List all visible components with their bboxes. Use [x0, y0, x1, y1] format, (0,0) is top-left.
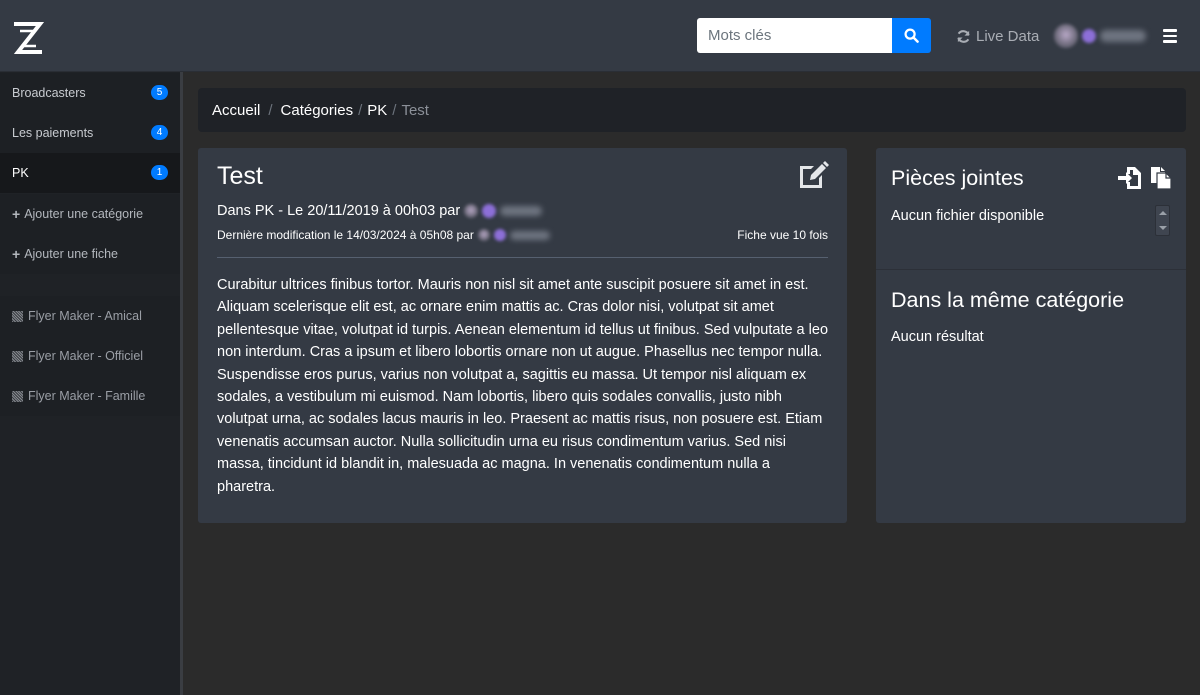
breadcrumb-separator: / — [268, 101, 273, 119]
scroll-up-icon[interactable] — [1159, 211, 1167, 215]
live-data-label: Live Data — [976, 27, 1040, 45]
breadcrumb: Accueil / Catégories / PK / Test — [198, 88, 1186, 132]
edit-icon — [800, 161, 829, 188]
live-data-button[interactable]: Live Data — [956, 26, 1039, 46]
breadcrumb-current: Test — [401, 101, 429, 119]
divider — [876, 269, 1186, 270]
attachments-card: Pièces jointes Aucun fichier disponible … — [876, 148, 1186, 523]
sidebar-item-broadcasters[interactable]: Broadcasters 5 — [0, 73, 180, 113]
copy-files-icon[interactable] — [1150, 166, 1172, 190]
sidebar-item-label: Broadcasters — [12, 86, 86, 100]
author-avatar — [464, 204, 479, 218]
editor-badge-icon — [493, 229, 506, 241]
user-badge-icon — [1082, 29, 1096, 43]
user-name-blurred — [1100, 30, 1146, 42]
breadcrumb-pk[interactable]: PK — [367, 102, 387, 119]
article-body: Curabitur ultrices finibus tortor. Mauri… — [217, 277, 829, 495]
user-menu[interactable] — [1054, 24, 1146, 48]
editor-name-blurred — [509, 230, 550, 240]
sidebar-item-label: Flyer Maker - Famille — [28, 389, 146, 403]
sidebar-item-label: PK — [12, 166, 29, 180]
sidebar-item-label: Flyer Maker - Amical — [28, 309, 142, 323]
sidebar: Broadcasters 5 Les paiements 4 PK 1 + Aj… — [0, 72, 183, 695]
scroll-down-icon[interactable] — [1159, 226, 1167, 230]
author-name-blurred — [500, 206, 543, 216]
search-icon — [904, 28, 919, 43]
author-badge-icon — [482, 204, 497, 218]
add-category-button[interactable]: + Ajouter une catégorie — [0, 194, 180, 234]
article-title: Test — [217, 162, 263, 190]
sidebar-item-pk[interactable]: PK 1 — [0, 153, 180, 193]
article-card: Test Dans PK - Le 20/11/2019 à 00h03 par… — [198, 148, 847, 523]
divider — [217, 257, 828, 258]
breadcrumb-separator: / — [392, 101, 397, 119]
attachments-scrollbar[interactable] — [1155, 205, 1170, 236]
breadcrumb-separator: / — [358, 101, 363, 119]
same-category-empty: Aucun résultat — [891, 329, 984, 345]
sidebar-item-paiements[interactable]: Les paiements 4 — [0, 113, 180, 153]
user-avatar — [1054, 24, 1078, 48]
count-badge: 1 — [151, 165, 168, 180]
breadcrumb-home[interactable]: Accueil — [212, 102, 260, 119]
zz-logo-icon[interactable] — [12, 22, 45, 56]
hamburger-icon[interactable] — [1163, 29, 1177, 43]
sidebar-item-label: Les paiements — [12, 126, 94, 140]
editor-avatar — [477, 229, 490, 241]
search-button[interactable] — [892, 18, 931, 53]
add-sheet-label: Ajouter une fiche — [24, 247, 118, 261]
count-badge: 4 — [151, 125, 168, 140]
attachments-empty: Aucun fichier disponible — [891, 208, 1045, 224]
plus-icon: + — [12, 246, 21, 262]
plus-icon: + — [12, 206, 21, 222]
image-placeholder-icon — [12, 390, 23, 402]
sidebar-item-flyer-famille[interactable]: Flyer Maker - Famille — [0, 376, 180, 416]
article-modified: Dernière modification le 14/03/2024 à 05… — [217, 228, 550, 242]
search-form — [697, 18, 931, 53]
article-meta: Dans PK - Le 20/11/2019 à 00h03 par — [217, 203, 543, 219]
article-modified-text: Dernière modification le 14/03/2024 à 05… — [217, 228, 474, 242]
edit-button[interactable] — [797, 161, 829, 189]
add-category-label: Ajouter une catégorie — [24, 207, 144, 221]
same-category-title: Dans la même catégorie — [891, 288, 1125, 312]
breadcrumb-categories[interactable]: Catégories — [281, 102, 354, 119]
image-placeholder-icon — [12, 310, 23, 322]
attachments-title: Pièces jointes — [891, 166, 1024, 190]
attachment-actions — [1118, 166, 1172, 190]
image-placeholder-icon — [12, 350, 23, 362]
count-badge: 5 — [151, 85, 168, 100]
search-input[interactable] — [697, 18, 892, 53]
refresh-icon — [957, 29, 970, 43]
article-meta-text: Dans PK - Le 20/11/2019 à 00h03 par — [217, 203, 461, 219]
top-navbar: Live Data — [0, 0, 1200, 72]
sidebar-item-flyer-amical[interactable]: Flyer Maker - Amical — [0, 296, 180, 336]
file-import-icon[interactable] — [1118, 166, 1142, 190]
sidebar-spacer — [0, 274, 180, 294]
view-count: Fiche vue 10 fois — [737, 228, 828, 242]
sidebar-item-flyer-officiel[interactable]: Flyer Maker - Officiel — [0, 336, 180, 376]
add-sheet-button[interactable]: + Ajouter une fiche — [0, 234, 180, 274]
sidebar-item-label: Flyer Maker - Officiel — [28, 349, 144, 363]
